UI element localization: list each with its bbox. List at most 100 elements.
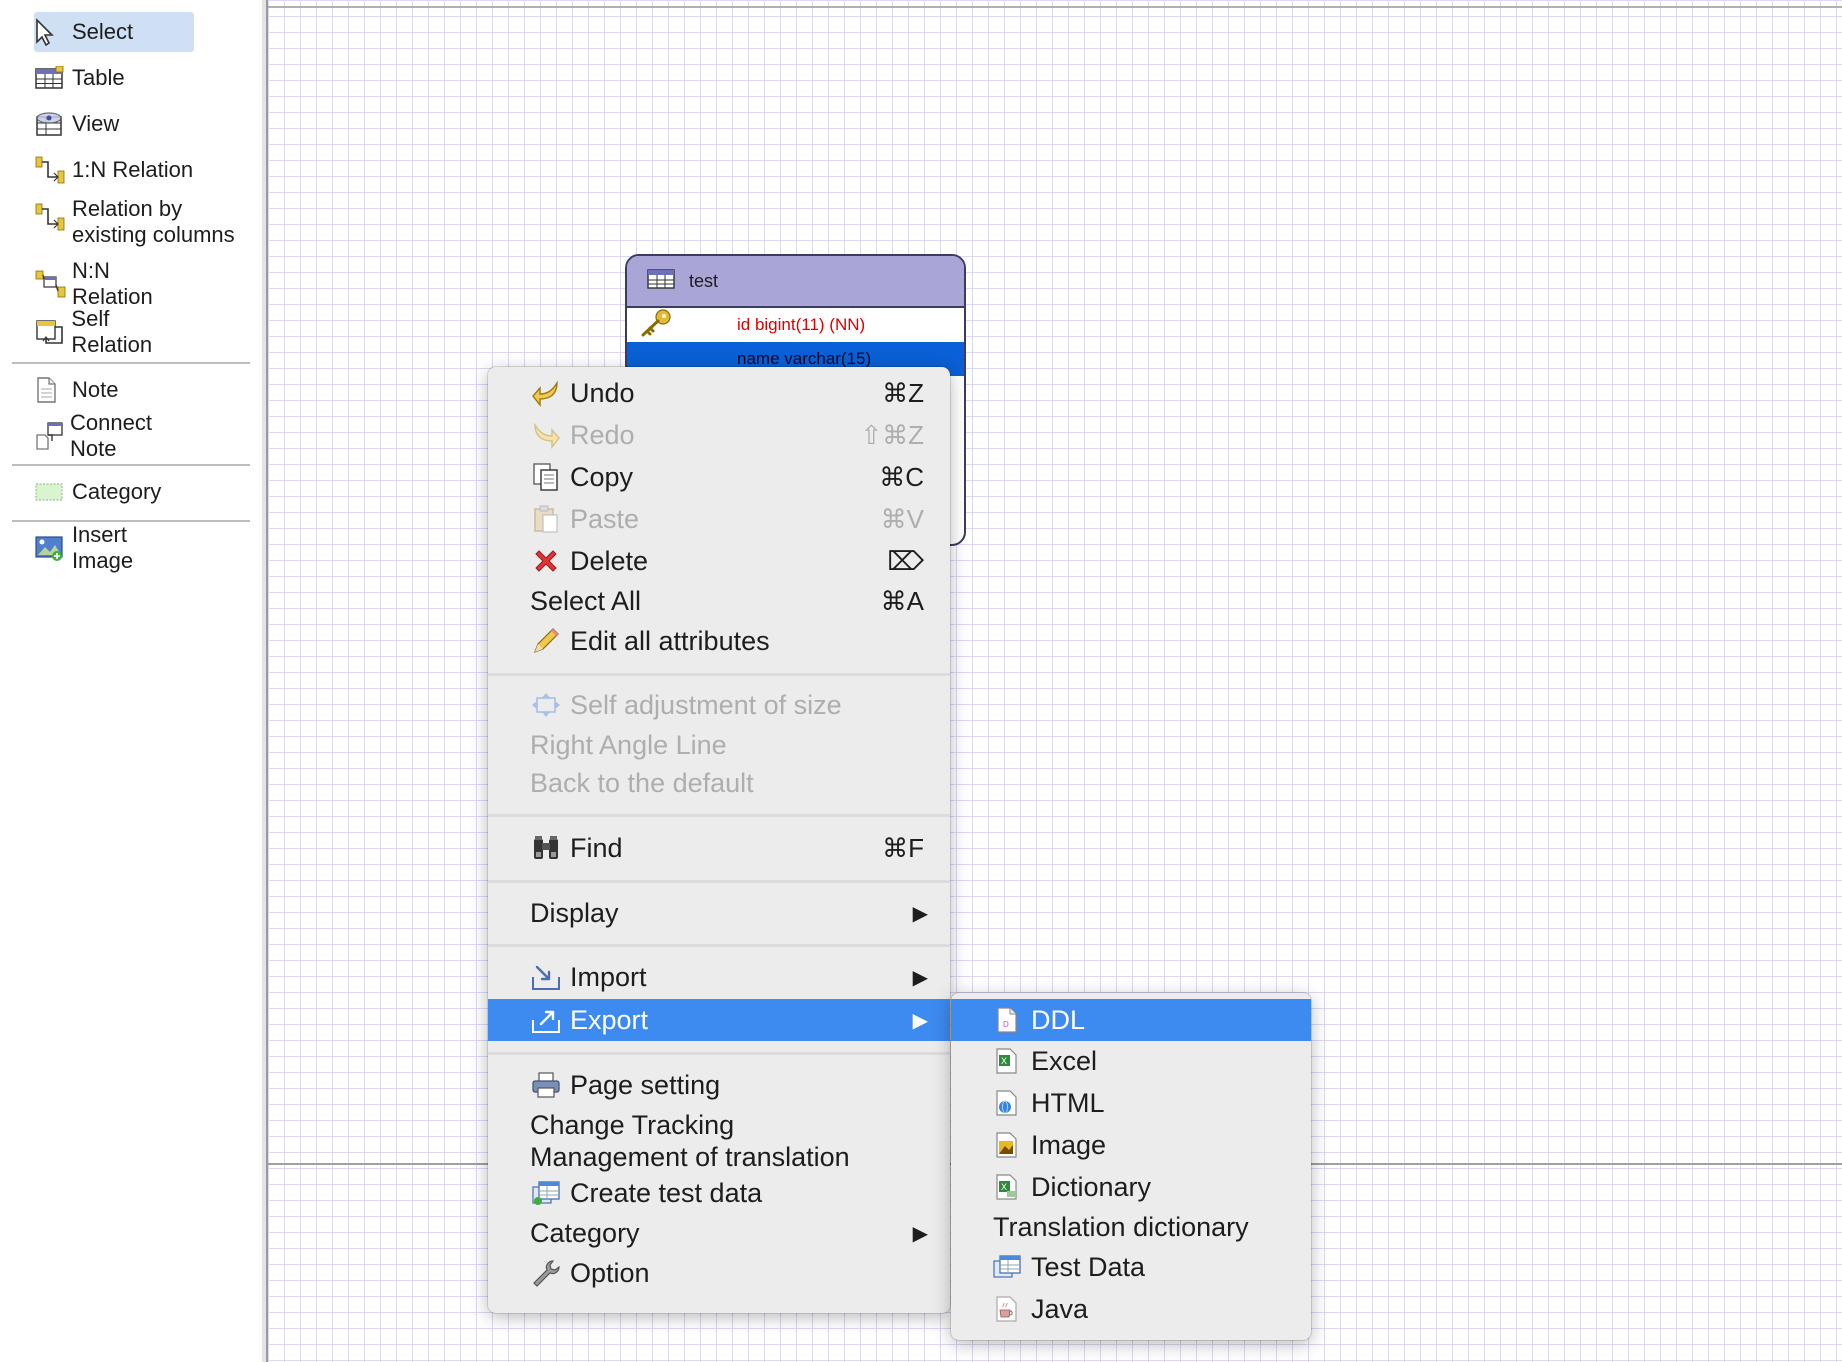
menu-item-back-to-default[interactable]: Back to the default <box>488 763 950 803</box>
menu-item-edit-all-attributes[interactable]: Edit all attributes <box>488 621 950 661</box>
menu-item-self-adjustment[interactable]: Self adjustment of size <box>488 685 950 725</box>
binoculars-icon <box>530 832 562 864</box>
submenu-item-test-data[interactable]: Test Data <box>951 1247 1311 1287</box>
submenu-arrow-icon: ▶ <box>912 902 928 925</box>
menu-item-create-test-data[interactable]: Create test data <box>488 1173 950 1213</box>
menu-item-paste[interactable]: Paste ⌘V <box>488 499 950 539</box>
palette-separator <box>12 464 250 466</box>
submenu-item-html[interactable]: HTML <box>951 1083 1311 1123</box>
copy-icon <box>530 461 562 493</box>
submenu-item-image[interactable]: Image <box>951 1125 1311 1165</box>
menu-separator <box>488 880 950 883</box>
test-data-icon <box>991 1251 1023 1283</box>
relation-1n-icon <box>34 155 68 185</box>
palette-separator <box>12 362 250 364</box>
submenu-arrow-icon: ▶ <box>912 966 928 989</box>
java-cup-icon <box>991 1293 1023 1325</box>
wrench-icon <box>530 1257 562 1289</box>
palette-item-table[interactable]: Table <box>34 58 194 98</box>
primary-key-icon <box>627 308 737 343</box>
self-relation-icon <box>34 317 67 347</box>
insert-image-icon <box>34 533 68 563</box>
table-icon <box>647 268 675 295</box>
ddl-file-icon: D <box>991 1004 1023 1036</box>
menu-item-import[interactable]: Import ▶ <box>488 957 950 997</box>
menu-item-page-setting[interactable]: Page setting <box>488 1065 950 1105</box>
shortcut-delete: ⌦ <box>887 545 924 576</box>
palette-item-select[interactable]: Select <box>34 12 194 52</box>
paste-icon <box>530 503 562 535</box>
menu-item-redo[interactable]: Redo ⇧⌘Z <box>488 415 950 455</box>
shortcut-redo: ⇧⌘Z <box>860 419 924 450</box>
shortcut-undo: ⌘Z <box>882 377 924 408</box>
menu-separator <box>488 673 950 676</box>
svg-text:X: X <box>1001 1056 1007 1066</box>
column-text: id bigint(11) (NN) <box>737 315 866 334</box>
menu-item-delete[interactable]: Delete ⌦ <box>488 541 950 581</box>
palette-item-category[interactable]: Category <box>34 472 194 512</box>
column-text: name varchar(15) <box>737 349 872 368</box>
menu-item-display[interactable]: Display ▶ <box>488 893 950 933</box>
image-file-icon <box>991 1129 1023 1161</box>
table-entity-header[interactable]: test <box>627 256 964 308</box>
test-data-icon <box>530 1177 562 1209</box>
relation-existing-line1: Relation by <box>72 196 183 221</box>
submenu-item-translation-dictionary[interactable]: Translation dictionary <box>951 1207 1311 1247</box>
redo-icon <box>530 419 562 451</box>
svg-text:D: D <box>1003 1020 1009 1029</box>
export-icon <box>530 1004 562 1036</box>
delete-icon <box>530 545 562 577</box>
dictionary-excel-icon: X <box>991 1171 1023 1203</box>
menu-item-copy[interactable]: Copy ⌘C <box>488 457 950 497</box>
palette-item-nn-relation[interactable]: N:N Relation <box>34 258 194 309</box>
shortcut-copy: ⌘C <box>879 461 924 492</box>
table-column-row[interactable]: id bigint(11) (NN) <box>627 308 964 342</box>
tool-palette: Select Table View 1:N Relation Relation … <box>0 0 266 1362</box>
palette-item-view[interactable]: View <box>34 104 194 144</box>
menu-item-option[interactable]: Option <box>488 1253 950 1293</box>
note-icon <box>34 375 68 405</box>
submenu-item-java[interactable]: Java <box>951 1289 1311 1329</box>
table-name: test <box>689 270 719 291</box>
menu-item-export[interactable]: Export ▶ <box>488 999 950 1041</box>
menu-item-category[interactable]: Category ▶ <box>488 1213 950 1253</box>
menu-separator <box>488 944 950 947</box>
submenu-arrow-icon: ▶ <box>912 1222 928 1245</box>
palette-item-connect-note[interactable]: Connect Note <box>34 410 194 461</box>
relation-existing-icon <box>34 202 68 232</box>
excel-icon: X <box>991 1045 1023 1077</box>
menu-item-select-all[interactable]: Select All ⌘A <box>488 581 950 621</box>
svg-text:X: X <box>1001 1182 1007 1192</box>
menu-separator <box>488 814 950 817</box>
category-icon <box>34 477 68 507</box>
menu-item-find[interactable]: Find ⌘F <box>488 828 950 868</box>
shortcut-find: ⌘F <box>882 832 924 863</box>
palette-item-insert-image[interactable]: Insert Image <box>34 522 194 573</box>
menu-item-undo[interactable]: Undo ⌘Z <box>488 373 950 413</box>
submenu-item-excel[interactable]: X Excel <box>951 1041 1311 1081</box>
relation-existing-line2: existing columns <box>72 222 235 247</box>
table-icon <box>34 63 68 93</box>
context-menu: Undo ⌘Z Redo ⇧⌘Z Copy ⌘C Paste ⌘V Delete… <box>488 367 950 1313</box>
resize-icon <box>530 689 562 721</box>
export-submenu: D DDL X Excel HTML Image X Dictionary Tr… <box>951 993 1311 1340</box>
printer-icon <box>530 1069 562 1101</box>
cursor-icon <box>34 17 68 47</box>
relation-nn-icon <box>34 269 68 299</box>
menu-item-management-of-translation[interactable]: Management of translation <box>488 1137 950 1177</box>
submenu-item-dictionary[interactable]: X Dictionary <box>951 1167 1311 1207</box>
pencil-icon <box>530 625 562 657</box>
shortcut-paste: ⌘V <box>880 503 924 534</box>
undo-icon <box>530 377 562 409</box>
menu-separator <box>488 1052 950 1055</box>
palette-item-1n-relation[interactable]: 1:N Relation <box>34 150 194 190</box>
connect-note-icon <box>34 421 66 451</box>
html-globe-icon <box>991 1087 1023 1119</box>
palette-item-note[interactable]: Note <box>34 370 194 410</box>
menu-item-right-angle-line[interactable]: Right Angle Line <box>488 725 950 765</box>
submenu-item-ddl[interactable]: D DDL <box>951 999 1311 1041</box>
palette-item-self-relation[interactable]: Self Relation <box>34 306 194 357</box>
palette-item-relation-existing[interactable]: Relation by existing columns <box>34 196 258 252</box>
import-icon <box>530 961 562 993</box>
submenu-arrow-icon: ▶ <box>912 1009 928 1032</box>
